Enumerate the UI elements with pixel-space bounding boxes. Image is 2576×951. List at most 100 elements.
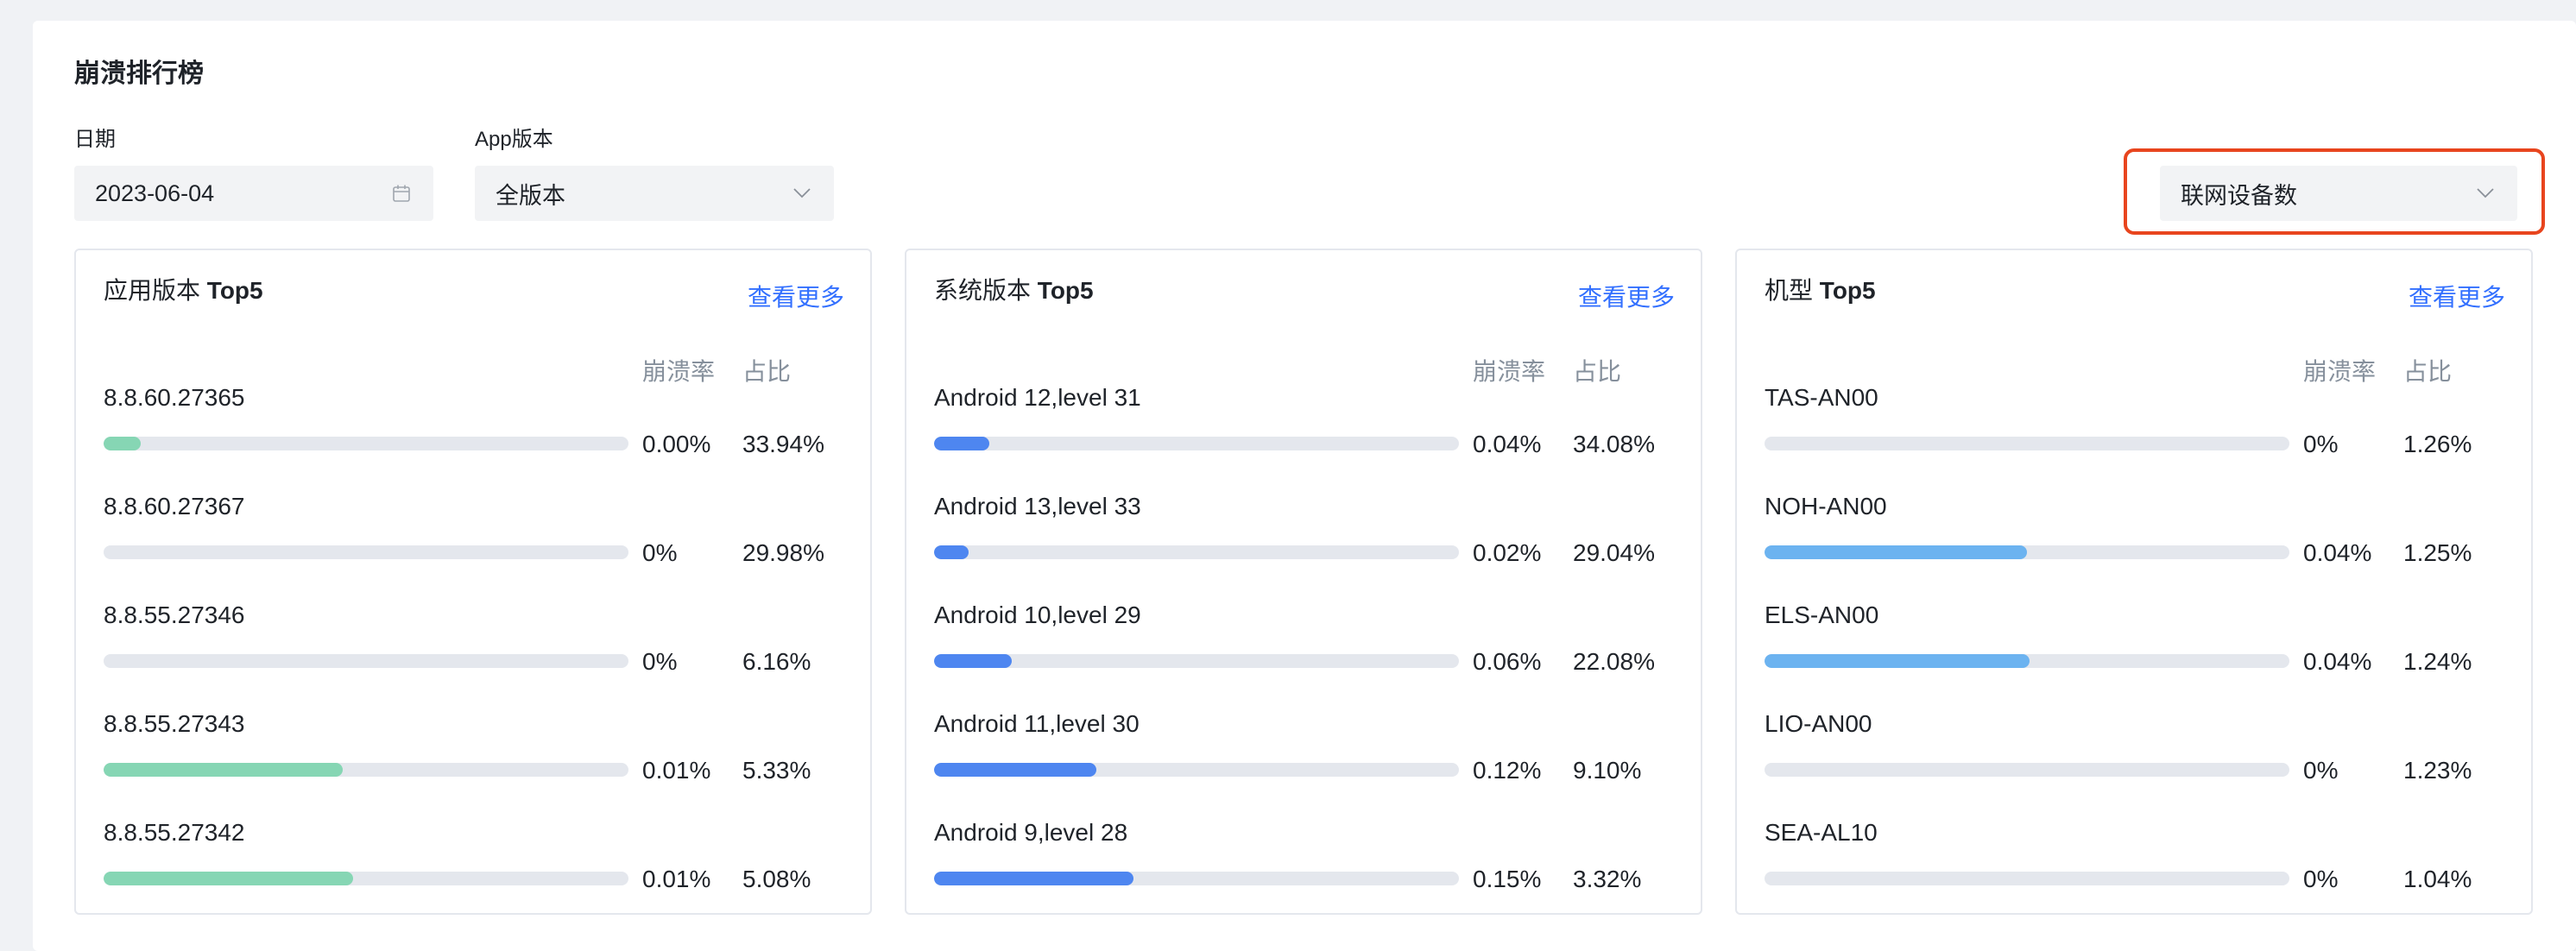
crash-rate-value: 0% [2303, 866, 2339, 892]
crash-rate-bar-track [104, 654, 628, 668]
item-name: 8.8.60.27365 [104, 384, 245, 411]
crash-rate-bar-track [104, 872, 628, 885]
crash-rate-value: 0.01% [642, 866, 711, 892]
list-item: 8.8.60.27365 0.00% 33.94% [76, 381, 870, 490]
crash-rate-bar-track [104, 437, 628, 450]
share-value: 33.94% [742, 431, 824, 457]
list-item: 8.8.55.27346 0% 6.16% [76, 599, 870, 708]
item-name: Android 12,level 31 [934, 384, 1141, 411]
crash-rate-value: 0.04% [2303, 648, 2372, 675]
share-value: 1.04% [2403, 866, 2472, 892]
crash-rate-bar-track [104, 545, 628, 559]
crash-rate-bar-track [104, 763, 628, 777]
app-version-top5-card: 应用版本 Top5 查看更多 崩溃率 占比 8.8.60.27365 0.00% 33.94… [74, 249, 872, 915]
card-title: 机型 Top5 [1765, 274, 1876, 307]
share-value: 5.33% [742, 757, 811, 784]
item-name: 8.8.55.27346 [104, 601, 245, 628]
list-item: NOH-AN00 0.04% 1.25% [1737, 490, 2531, 599]
card-title-top5: Top5 [206, 277, 263, 304]
crash-rate-bar-track [1765, 654, 2289, 668]
item-name: Android 10,level 29 [934, 601, 1141, 628]
crash-rate-value: 0% [642, 648, 678, 675]
crash-rate-bar-track [934, 545, 1459, 559]
share-value: 34.08% [1573, 431, 1655, 457]
crash-rate-value: 0% [2303, 757, 2339, 784]
crash-rate-bar-fill [104, 763, 343, 777]
share-value: 29.04% [1573, 539, 1655, 566]
date-picker[interactable]: 2023-06-04 [74, 166, 433, 221]
crash-rate-bar-track [1765, 437, 2289, 450]
item-name: 8.8.55.27343 [104, 710, 245, 737]
share-value: 1.23% [2403, 757, 2472, 784]
crash-rate-bar-track [1765, 872, 2289, 885]
list-item: TAS-AN00 0% 1.26% [1737, 381, 2531, 490]
share-value: 9.10% [1573, 757, 1642, 784]
crash-rate-value: 0.12% [1473, 757, 1542, 784]
card-title-top5: Top5 [1037, 277, 1094, 304]
crash-rate-bar-fill [934, 437, 989, 450]
list-item: SEA-AL10 0% 1.04% [1737, 816, 2531, 925]
crash-rate-bar-fill [934, 545, 969, 559]
crash-rate-value: 0.04% [1473, 431, 1542, 457]
calendar-icon [390, 182, 413, 205]
crash-rate-bar-track [1765, 763, 2289, 777]
app-version-select[interactable]: 全版本 [475, 166, 834, 221]
list-item: LIO-AN00 0% 1.23% [1737, 708, 2531, 816]
list-item: 8.8.55.27342 0.01% 5.08% [76, 816, 870, 925]
crash-rate-bar-fill [104, 437, 141, 450]
crash-rate-value: 0.06% [1473, 648, 1542, 675]
card-title-top5: Top5 [1819, 277, 1876, 304]
crash-rate-bar-track [934, 872, 1459, 885]
share-value: 22.08% [1573, 648, 1655, 675]
crash-rate-value: 0.04% [2303, 539, 2372, 566]
date-value: 2023-06-04 [95, 179, 215, 206]
card-title: 系统版本 Top5 [934, 274, 1094, 307]
list-item: Android 11,level 30 0.12% 9.10% [906, 708, 1701, 816]
crash-rate-value: 0% [2303, 431, 2339, 457]
list-item: Android 13,level 33 0.02% 29.04% [906, 490, 1701, 599]
date-label: 日期 [74, 128, 116, 151]
item-name: SEA-AL10 [1765, 819, 1878, 846]
device-model-top5-card: 机型 Top5 查看更多 崩溃率 占比 TAS-AN00 0% 1.26% NOH-AN00 0… [1735, 249, 2533, 915]
item-name: ELS-AN00 [1765, 601, 1879, 628]
item-name: LIO-AN00 [1765, 710, 1872, 737]
metric-value: 联网设备数 [2181, 182, 2297, 209]
chevron-down-icon [791, 182, 813, 205]
item-name: 8.8.60.27367 [104, 493, 245, 520]
os-version-top5-card: 系统版本 Top5 查看更多 崩溃率 占比 Android 12,level 31 0.0… [905, 249, 1702, 915]
list-item: 8.8.60.27367 0% 29.98% [76, 490, 870, 599]
crash-rate-value: 0.01% [642, 757, 711, 784]
share-value: 6.16% [742, 648, 811, 675]
list-item: Android 10,level 29 0.06% 22.08% [906, 599, 1701, 708]
item-name: 8.8.55.27342 [104, 819, 245, 846]
item-name: NOH-AN00 [1765, 493, 1887, 520]
crash-rate-value: 0% [642, 539, 678, 566]
share-value: 3.32% [1573, 866, 1642, 892]
item-name: TAS-AN00 [1765, 384, 1878, 411]
card-title-prefix: 系统版本 [934, 277, 1032, 304]
crash-rate-bar-track [934, 654, 1459, 668]
crash-rate-bar-fill [934, 654, 1012, 668]
view-more-link[interactable]: 查看更多 [2409, 281, 2505, 314]
share-value: 29.98% [742, 539, 824, 566]
crash-rate-value: 0.02% [1473, 539, 1542, 566]
list-item: ELS-AN00 0.04% 1.24% [1737, 599, 2531, 708]
view-more-link[interactable]: 查看更多 [1578, 281, 1675, 314]
crash-rate-bar-fill [934, 872, 1134, 885]
card-title-prefix: 应用版本 [104, 277, 201, 304]
chevron-down-icon [2474, 182, 2497, 205]
item-name: Android 9,level 28 [934, 819, 1128, 846]
app-version-value: 全版本 [496, 182, 565, 209]
list-item: 8.8.55.27343 0.01% 5.33% [76, 708, 870, 816]
item-name: Android 11,level 30 [934, 710, 1140, 737]
list-item: Android 12,level 31 0.04% 34.08% [906, 381, 1701, 490]
share-value: 1.26% [2403, 431, 2472, 457]
crash-rate-value: 0.00% [642, 431, 711, 457]
metric-select[interactable]: 联网设备数 [2160, 166, 2517, 221]
view-more-link[interactable]: 查看更多 [748, 281, 844, 314]
crash-rate-bar-fill [934, 763, 1097, 777]
crash-rate-bar-track [1765, 545, 2289, 559]
share-value: 1.25% [2403, 539, 2472, 566]
app-version-label: App版本 [475, 128, 553, 151]
crash-rate-bar-track [934, 763, 1459, 777]
